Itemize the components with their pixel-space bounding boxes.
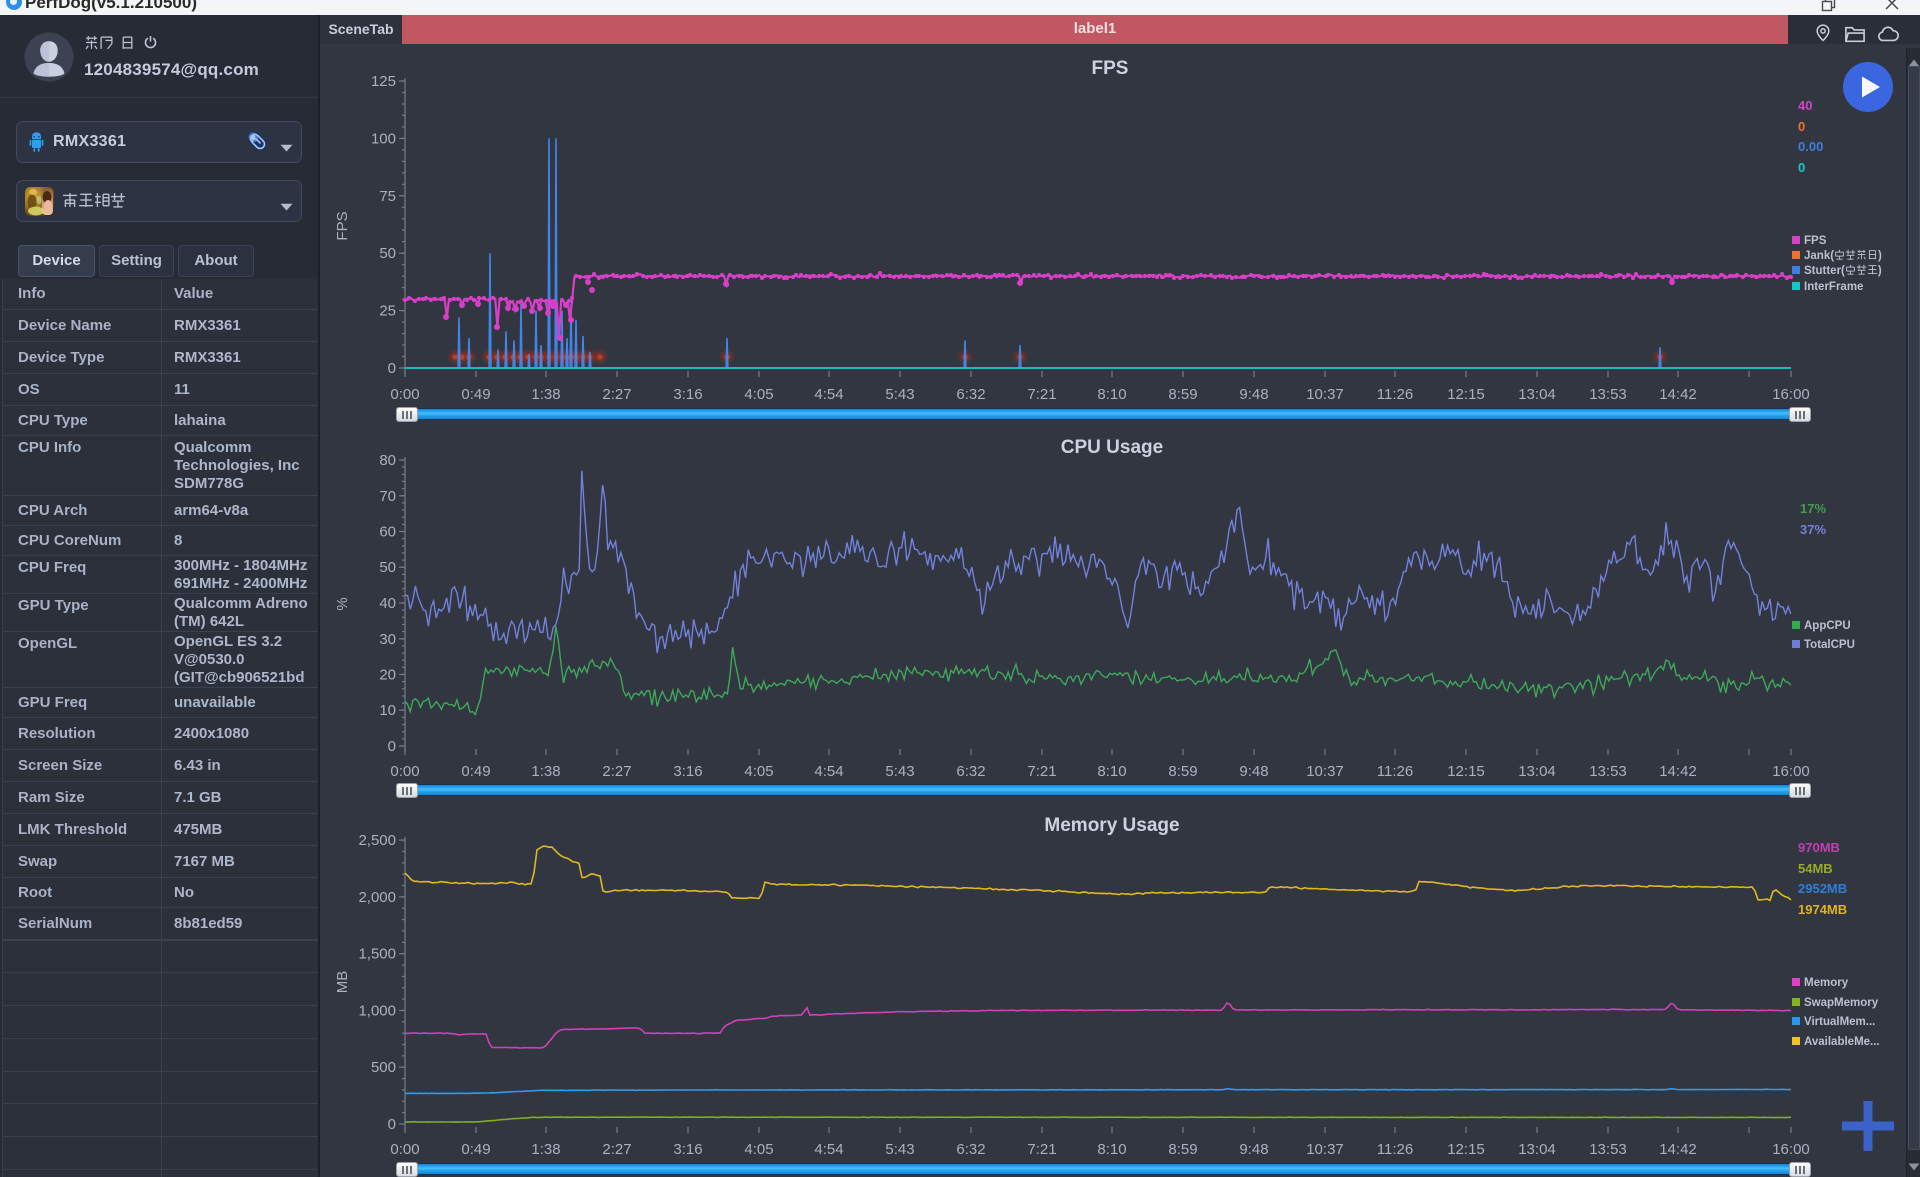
svg-text:1:38: 1:38 [531,763,560,780]
svg-text:Memory Usage: Memory Usage [1044,815,1179,836]
svg-text:8:10: 8:10 [1097,386,1126,403]
svg-text:3:16: 3:16 [673,763,702,780]
svg-text:2,500: 2,500 [358,832,396,849]
svg-text:11:26: 11:26 [1377,386,1413,403]
svg-text:6:32: 6:32 [956,386,985,403]
svg-text:FPS: FPS [334,211,351,240]
svg-text:6:32: 6:32 [956,1141,985,1158]
svg-text:8:59: 8:59 [1168,763,1197,780]
svg-text:125: 125 [371,73,396,90]
svg-text:50: 50 [379,245,396,262]
svg-text:2:27: 2:27 [602,763,631,780]
svg-text:2:27: 2:27 [602,1141,631,1158]
svg-text:9:48: 9:48 [1239,386,1268,403]
svg-text:100: 100 [371,130,396,147]
svg-text:4:54: 4:54 [814,1141,843,1158]
svg-text:10:37: 10:37 [1306,386,1344,403]
svg-text:16:00: 16:00 [1772,1141,1810,1158]
svg-text:%: % [334,597,351,610]
svg-text:2:27: 2:27 [602,386,631,403]
svg-text:5:43: 5:43 [885,386,914,403]
svg-text:6:32: 6:32 [956,763,985,780]
svg-text:25: 25 [379,303,396,320]
svg-text:13:53: 13:53 [1589,386,1627,403]
svg-text:4:05: 4:05 [744,763,773,780]
svg-text:10: 10 [379,702,396,719]
svg-text:60: 60 [379,524,396,541]
svg-text:75: 75 [379,188,396,205]
svg-text:0:49: 0:49 [461,763,490,780]
svg-text:4:05: 4:05 [744,1141,773,1158]
svg-text:5:43: 5:43 [885,1141,914,1158]
svg-text:3:16: 3:16 [673,386,702,403]
svg-text:4:54: 4:54 [814,386,843,403]
svg-text:0:00: 0:00 [390,763,419,780]
svg-text:MB: MB [334,971,351,994]
svg-text:8:10: 8:10 [1097,763,1126,780]
svg-text:0:00: 0:00 [390,386,419,403]
svg-text:11:26: 11:26 [1377,763,1413,780]
svg-text:70: 70 [379,488,396,505]
svg-text:7:21: 7:21 [1027,1141,1056,1158]
svg-text:13:53: 13:53 [1589,1141,1627,1158]
svg-text:80: 80 [379,452,396,469]
svg-text:8:10: 8:10 [1097,1141,1126,1158]
svg-text:FPS: FPS [1092,58,1129,79]
svg-text:5:43: 5:43 [885,763,914,780]
svg-text:14:42: 14:42 [1659,1141,1697,1158]
svg-text:14:42: 14:42 [1659,386,1697,403]
svg-text:4:05: 4:05 [744,386,773,403]
svg-text:13:04: 13:04 [1518,763,1556,780]
svg-text:50: 50 [379,559,396,576]
svg-text:13:53: 13:53 [1589,763,1627,780]
svg-text:4:54: 4:54 [814,763,843,780]
svg-text:0:49: 0:49 [461,386,490,403]
svg-text:9:48: 9:48 [1239,763,1268,780]
svg-text:20: 20 [379,667,396,684]
svg-text:12:15: 12:15 [1447,763,1485,780]
svg-text:8:59: 8:59 [1168,386,1197,403]
svg-text:11:26: 11:26 [1377,1141,1413,1158]
svg-text:1,000: 1,000 [358,1003,396,1020]
svg-text:16:00: 16:00 [1772,386,1810,403]
svg-text:7:21: 7:21 [1027,386,1056,403]
svg-text:0:49: 0:49 [461,1141,490,1158]
svg-text:CPU Usage: CPU Usage [1061,437,1163,458]
svg-text:0: 0 [388,1116,396,1133]
svg-text:0: 0 [388,738,396,755]
svg-text:13:04: 13:04 [1518,386,1556,403]
svg-text:2,000: 2,000 [358,889,396,906]
svg-text:16:00: 16:00 [1772,763,1810,780]
svg-text:7:21: 7:21 [1027,763,1056,780]
svg-text:10:37: 10:37 [1306,763,1344,780]
svg-text:13:04: 13:04 [1518,1141,1556,1158]
svg-text:14:42: 14:42 [1659,763,1697,780]
svg-text:12:15: 12:15 [1447,1141,1485,1158]
svg-text:40: 40 [379,595,396,612]
svg-text:3:16: 3:16 [673,1141,702,1158]
svg-text:1:38: 1:38 [531,1141,560,1158]
svg-text:8:59: 8:59 [1168,1141,1197,1158]
svg-text:0: 0 [388,360,396,377]
svg-text:9:48: 9:48 [1239,1141,1268,1158]
svg-text:500: 500 [371,1059,396,1076]
svg-text:1:38: 1:38 [531,386,560,403]
svg-text:10:37: 10:37 [1306,1141,1344,1158]
svg-text:0:00: 0:00 [390,1141,419,1158]
svg-text:30: 30 [379,631,396,648]
svg-text:12:15: 12:15 [1447,386,1485,403]
svg-text:1,500: 1,500 [358,946,396,963]
